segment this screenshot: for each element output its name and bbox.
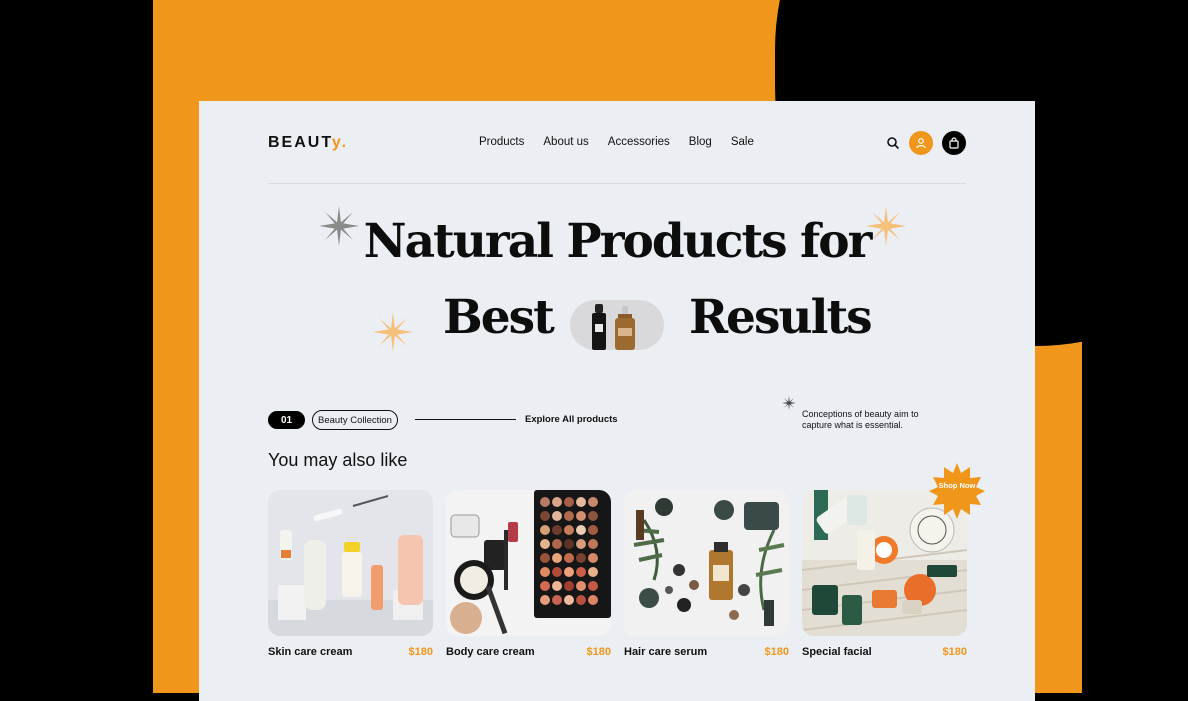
shop-now-label: Shop Now bbox=[938, 481, 976, 490]
hero-headline-best: Best bbox=[443, 290, 555, 345]
product-price: $180 bbox=[942, 646, 967, 658]
user-account-button[interactable] bbox=[909, 131, 933, 155]
nav-item-accessories[interactable]: Accessories bbox=[608, 136, 670, 148]
serum-bottles-image bbox=[570, 300, 664, 350]
nav-item-products[interactable]: Products bbox=[479, 136, 524, 148]
product-price: $180 bbox=[586, 646, 611, 658]
header-divider bbox=[268, 183, 966, 184]
section-title: You may also like bbox=[268, 450, 408, 470]
nav-item-sale[interactable]: Sale bbox=[731, 136, 754, 148]
product-name: Skin care cream bbox=[268, 646, 353, 658]
hero-headline-results: Results bbox=[689, 290, 873, 345]
shopping-bag-icon bbox=[949, 137, 959, 149]
brand-logo[interactable]: BEAUTy. bbox=[268, 134, 348, 152]
explore-divider-line bbox=[415, 419, 516, 420]
brand-accent: y. bbox=[331, 134, 349, 151]
search-icon[interactable] bbox=[885, 135, 901, 151]
collection-label-badge[interactable]: Beauty Collection bbox=[312, 410, 398, 430]
main-nav: Products About us Accessories Blog Sale bbox=[479, 136, 754, 148]
product-name: Body care cream bbox=[446, 646, 535, 658]
nav-item-blog[interactable]: Blog bbox=[689, 136, 712, 148]
cart-button[interactable] bbox=[942, 131, 966, 155]
sparkle-icon bbox=[373, 312, 413, 352]
starburst-icon bbox=[929, 463, 985, 519]
product-card[interactable]: Hair care serum $180 bbox=[624, 490, 789, 658]
sparkle-icon bbox=[782, 396, 796, 410]
website-window: BEAUTy. Products About us Accessories Bl… bbox=[199, 101, 1035, 701]
hero-headline: Natural Products for bbox=[363, 214, 873, 269]
explore-all-products-link[interactable]: Explore All products bbox=[525, 414, 618, 425]
product-image bbox=[624, 490, 789, 636]
nav-item-about-us[interactable]: About us bbox=[543, 136, 588, 148]
product-image bbox=[268, 490, 433, 636]
collection-tagline: Conceptions of beauty aim to capture wha… bbox=[802, 409, 919, 430]
user-icon bbox=[916, 138, 926, 149]
product-image bbox=[446, 490, 611, 636]
product-name: Hair care serum bbox=[624, 646, 708, 658]
product-price: $180 bbox=[764, 646, 789, 658]
collection-number-badge: 01 bbox=[268, 411, 305, 429]
brand-name: BEAUT bbox=[268, 134, 332, 151]
product-card[interactable]: Skin care cream $180 bbox=[268, 490, 433, 658]
product-name: Special facial bbox=[802, 646, 872, 658]
product-price: $180 bbox=[408, 646, 433, 658]
product-card[interactable]: Body care cream $180 bbox=[446, 490, 611, 658]
shop-now-badge[interactable]: Shop Now bbox=[929, 463, 985, 519]
